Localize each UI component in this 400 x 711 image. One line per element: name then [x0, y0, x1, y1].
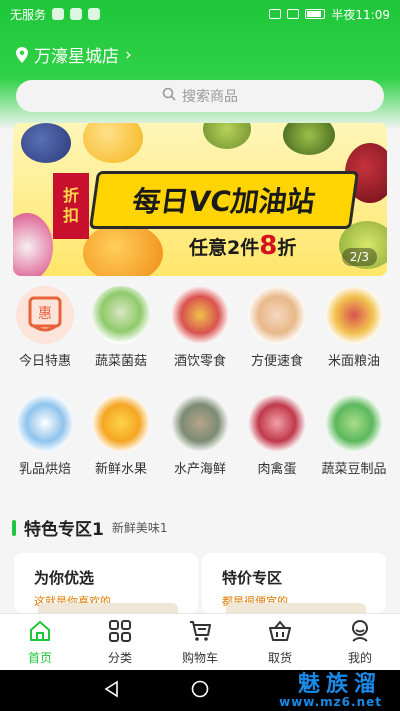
watermark-url: www.mz6.net [279, 694, 382, 709]
category-item[interactable]: 蔬菜豆制品 [316, 394, 392, 477]
home-circle-icon[interactable] [191, 680, 209, 702]
location-pin-icon [16, 46, 28, 63]
home-icon [28, 619, 52, 646]
category-label: 蔬菜豆制品 [321, 462, 387, 477]
nav-cart[interactable]: 购物车 [160, 614, 240, 670]
store-selector[interactable]: 万濠星城店 › [16, 42, 132, 67]
meat-icon [248, 394, 306, 452]
category-item[interactable]: 方便速食 [239, 286, 315, 369]
greens-icon [325, 394, 383, 452]
cart-icon [188, 619, 212, 646]
nav-label: 购物车 [181, 650, 218, 665]
discount-tag-line: 折 [62, 186, 79, 205]
vegetable-icon [92, 286, 150, 344]
notification-icon [52, 8, 65, 20]
discount-tag: 折 扣 [53, 173, 89, 239]
category-label: 方便速食 [250, 354, 303, 369]
orange-image [83, 123, 143, 163]
category-item[interactable]: 新鲜水果 [83, 394, 159, 477]
profile-icon [348, 619, 372, 646]
category-item[interactable]: 水产海鲜 [162, 394, 238, 477]
banner-subtitle-suffix: 折 [277, 237, 297, 259]
seafood-icon [171, 394, 229, 452]
search-placeholder: 搜索商品 [182, 89, 238, 105]
feature-card-recommended[interactable]: 为你优选 这就是你喜欢的 [14, 553, 198, 613]
category-item[interactable]: 酒饮零食 [162, 286, 238, 369]
category-label: 今日特惠 [18, 354, 71, 369]
fruit-icon [92, 394, 150, 452]
clock: 半夜11:09 [331, 7, 390, 22]
banner-pager: 2/3 [341, 248, 377, 266]
notification-icon [88, 8, 101, 20]
orange-image [83, 223, 163, 276]
avocado-image [283, 123, 335, 155]
kiwi-image [203, 123, 251, 149]
nav-label: 我的 [347, 650, 372, 665]
card-image [226, 603, 366, 613]
discount-tag-line: 扣 [62, 206, 79, 225]
back-icon[interactable] [103, 680, 121, 702]
discount-icon: 惠 [16, 286, 74, 344]
category-label: 酒饮零食 [173, 354, 226, 369]
category-item[interactable]: 蔬菜菌菇 [83, 286, 159, 369]
notification-icon [70, 8, 83, 20]
promo-banner[interactable]: 折 扣 每日VC加油站 任意2件8折 2/3 [13, 123, 387, 276]
category-item[interactable]: 米面粮油 [316, 286, 392, 369]
banner-subtitle: 任意2件8折 [189, 231, 296, 261]
vibrate-icon [269, 9, 282, 19]
svg-text:惠: 惠 [38, 306, 52, 322]
search-bar[interactable]: 搜索商品 [16, 80, 384, 112]
chevron-right-icon: › [125, 44, 132, 65]
grain-oil-icon [325, 286, 383, 344]
wifi-icon [287, 9, 300, 19]
nav-label: 取货 [267, 650, 292, 665]
card-image [38, 603, 178, 613]
category-grid-icon [108, 619, 132, 646]
drinks-icon [171, 286, 229, 344]
instant-food-icon [248, 286, 306, 344]
banner-title: 每日VC加油站 [88, 171, 360, 229]
carrier-label: 无服务 [10, 7, 47, 22]
banner-subtitle-number: 8 [259, 231, 278, 261]
banner-subtitle-prefix: 任意2件 [189, 237, 260, 259]
category-item[interactable]: 惠 今日特惠 [7, 286, 83, 369]
nav-profile[interactable]: 我的 [320, 614, 400, 670]
category-label: 新鲜水果 [94, 462, 147, 477]
nav-label: 首页 [27, 650, 52, 665]
store-name: 万濠星城店 [34, 47, 119, 67]
section-header: 特色专区1 新鲜美味1 [12, 515, 167, 540]
battery-icon [305, 9, 326, 19]
blueberry-image [21, 123, 71, 163]
watermark-text: 魅族溜 [297, 671, 382, 697]
dragonfruit-image [13, 213, 53, 276]
nav-home[interactable]: 首页 [0, 614, 80, 670]
nav-pickup[interactable]: 取货 [240, 614, 320, 670]
status-bar: 无服务 半夜11:09 [0, 0, 400, 28]
card-title: 特价专区 [222, 569, 283, 587]
nav-category[interactable]: 分类 [80, 614, 160, 670]
nav-label: 分类 [107, 650, 132, 665]
category-label: 水产海鲜 [173, 462, 226, 477]
card-title: 为你优选 [34, 569, 95, 587]
dairy-icon [16, 394, 74, 452]
basket-icon [268, 619, 292, 646]
category-item[interactable]: 肉禽蛋 [239, 394, 315, 477]
section-accent-bar [12, 519, 16, 536]
search-icon [162, 87, 176, 105]
watermark-logo: 魅族溜 www.mz6.net [279, 670, 382, 711]
feature-card-specials[interactable]: 特价专区 都是很便宜的 [202, 553, 386, 613]
bottom-nav: 首页 分类 购物车 取货 我的 [0, 613, 400, 670]
category-label: 肉禽蛋 [257, 462, 297, 477]
section-title: 特色专区1 [24, 520, 104, 540]
category-label: 蔬菜菌菇 [94, 354, 147, 369]
category-label: 米面粮油 [327, 354, 380, 369]
category-label: 乳品烘焙 [18, 462, 71, 477]
category-item[interactable]: 乳品烘焙 [7, 394, 83, 477]
section-subtitle: 新鲜美味1 [111, 521, 168, 535]
